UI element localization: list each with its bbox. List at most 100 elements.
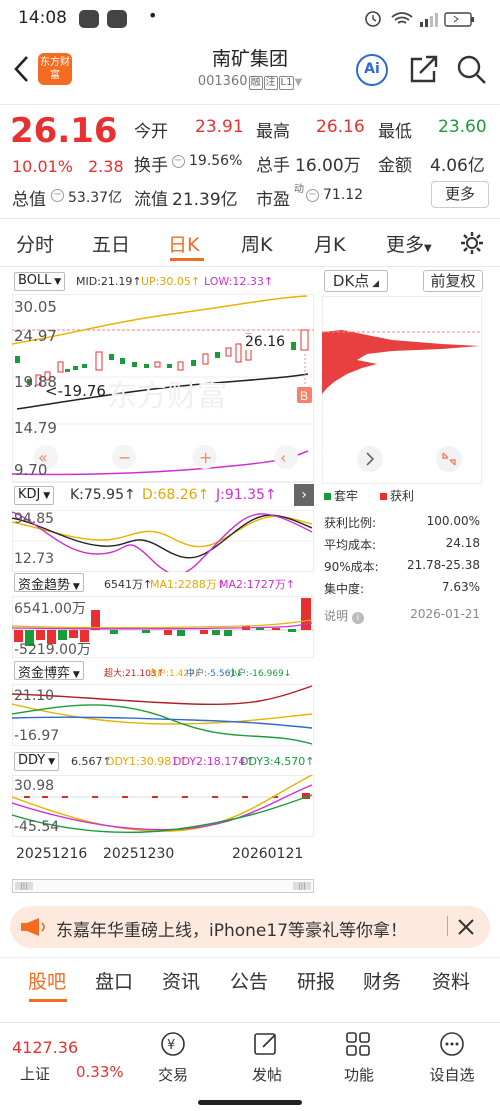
tab-research[interactable]: 研报 bbox=[297, 967, 335, 994]
chart-scrollbar[interactable]: ||| ||| bbox=[12, 879, 314, 893]
tab-more[interactable]: 更多▼ bbox=[386, 230, 432, 257]
app-notification-icon bbox=[79, 10, 99, 28]
boll-low: LOW:12.33↑ bbox=[204, 275, 274, 288]
share-icon[interactable] bbox=[408, 55, 440, 85]
registration-tag: 注 bbox=[263, 76, 278, 90]
open-label: 今开 bbox=[134, 122, 168, 142]
ai-assistant-button[interactable]: Ai bbox=[356, 54, 388, 86]
index-value: 4127.36 bbox=[12, 1038, 79, 1057]
fund-game-y-bottom: -16.97 bbox=[14, 728, 60, 744]
nav-add-watchlist[interactable]: 设自选 bbox=[417, 1064, 487, 1085]
svg-text:¥: ¥ bbox=[167, 1038, 175, 1053]
tab-intraday[interactable]: 分时 bbox=[16, 230, 54, 257]
search-icon[interactable] bbox=[456, 54, 488, 86]
bottom-tab-indicator bbox=[29, 999, 67, 1002]
date-label-1: 20251216 bbox=[16, 846, 88, 862]
stock-code: 001360 bbox=[197, 74, 248, 89]
expand-panel-button[interactable]: › bbox=[294, 484, 314, 506]
active-tab-indicator bbox=[170, 258, 204, 261]
amount-label: 金额 bbox=[378, 156, 412, 176]
tab-daily-k[interactable]: 日K bbox=[168, 230, 199, 257]
kdj-d: D:68.26↑ bbox=[142, 487, 210, 503]
dropdown-icon: ▼ bbox=[294, 77, 303, 88]
tab-announcements[interactable]: 公告 bbox=[230, 967, 268, 994]
margin-tag: 融 bbox=[248, 76, 263, 90]
more-quote-button[interactable]: 更多 bbox=[431, 181, 489, 208]
nav-functions[interactable]: 功能 bbox=[324, 1064, 394, 1085]
cost90-label: 90%成本: bbox=[324, 560, 379, 574]
volume-label: 总手 bbox=[256, 156, 290, 176]
float-label: 流值 bbox=[134, 190, 168, 210]
tab-five-day[interactable]: 五日 bbox=[92, 230, 130, 257]
fund-trend-value: 6541万↑ bbox=[104, 578, 153, 591]
boll-mid: MID:21.19↑ bbox=[76, 275, 142, 288]
fund-game-y-top: 21.10 bbox=[14, 688, 55, 704]
tab-pankou[interactable]: 盘口 bbox=[95, 967, 133, 994]
more-dots-icon bbox=[440, 1032, 464, 1056]
tab-profile[interactable]: 资料 bbox=[432, 967, 470, 994]
info-icon[interactable]: − bbox=[51, 189, 64, 202]
level-tag: L1 bbox=[278, 76, 295, 90]
tab-monthly-k[interactable]: 月K bbox=[314, 230, 345, 257]
tab-finance[interactable]: 财务 bbox=[363, 967, 401, 994]
settings-gear-icon[interactable] bbox=[459, 230, 485, 256]
low-label: 最低 bbox=[378, 122, 412, 142]
chip-date: 2026-01-21 bbox=[410, 607, 480, 621]
index-quote[interactable]: 4127.36 bbox=[12, 1038, 78, 1057]
banner-text: 东嘉年华重磅上线，iPhone17等豪礼等你拿！ bbox=[56, 921, 408, 941]
promo-banner[interactable]: 东嘉年华重磅上线，iPhone17等豪礼等你拿！ bbox=[10, 906, 490, 948]
legend-profit: 获利 bbox=[380, 487, 414, 504]
fund-game-select[interactable]: 资金博弈 ▼ bbox=[14, 661, 84, 681]
nav-trade[interactable]: 交易 bbox=[138, 1064, 208, 1085]
dk-point-select[interactable]: DK点 ◢ bbox=[324, 270, 388, 292]
index-name: 上证 bbox=[20, 1065, 51, 1083]
tab-guba[interactable]: 股吧 bbox=[28, 967, 66, 994]
ddy-indicator-select[interactable]: DDY ▼ bbox=[14, 752, 60, 771]
boll-up: UP:30.05↑ bbox=[141, 275, 201, 288]
functions-icon bbox=[346, 1032, 370, 1056]
tab-news[interactable]: 资讯 bbox=[162, 967, 200, 994]
fund-trend-select[interactable]: 资金趋势 ▼ bbox=[14, 573, 84, 593]
tab-weekly-k[interactable]: 周K bbox=[241, 230, 272, 257]
adjust-mode-button[interactable]: 前复权 bbox=[423, 270, 483, 292]
kdj-indicator-select[interactable]: KDJ ▼ bbox=[14, 486, 55, 505]
ddy3-value: DDY3:4.570↑ bbox=[240, 755, 315, 768]
boll-y-label-4: 14.79 bbox=[14, 419, 57, 437]
status-dot: • bbox=[148, 6, 158, 25]
chip-distribution-chart bbox=[322, 296, 482, 484]
legend-trapped: 套牢 bbox=[324, 487, 358, 504]
ddy-y-bottom: -45.54 bbox=[14, 819, 60, 835]
concentration-value: 7.63% bbox=[441, 580, 480, 594]
fund-game-small: 小户:-16.969↓ bbox=[228, 669, 292, 679]
svg-text:+: + bbox=[199, 448, 212, 467]
nav-buttons[interactable]: « − + ‹ bbox=[34, 445, 298, 469]
change-value: 2.38 bbox=[88, 157, 124, 176]
volume-value: 16.00万 bbox=[295, 156, 361, 176]
high-value: 26.16 bbox=[316, 117, 365, 137]
trade-icon: ¥ bbox=[161, 1032, 185, 1056]
info-icon[interactable]: − bbox=[172, 155, 185, 168]
boll-indicator-select[interactable]: BOLL ▼ bbox=[14, 272, 66, 291]
low-price-marker: <-19.76 bbox=[45, 382, 106, 400]
kdj-k: K:75.95↑ bbox=[70, 487, 136, 503]
fund-trend-ma1: MA1:2288万↑ bbox=[150, 578, 226, 591]
nav-post[interactable]: 发帖 bbox=[232, 1064, 302, 1085]
cost90-value: 21.78-25.38 bbox=[406, 558, 480, 572]
buy-signal-badge: B bbox=[300, 389, 308, 403]
kdj-y-bottom: 12.73 bbox=[14, 551, 55, 567]
high-price-marker: 26.16 bbox=[245, 334, 286, 350]
home-indicator bbox=[198, 1100, 302, 1105]
boll-y-label-5: 9.70 bbox=[14, 461, 48, 479]
megaphone-icon bbox=[21, 918, 45, 936]
kdj-y-top: 94.85 bbox=[14, 511, 55, 527]
pe-dynamic-mark: 动 bbox=[294, 184, 304, 195]
fund-trend-y-bottom: -5219.00万 bbox=[14, 642, 91, 658]
close-icon[interactable] bbox=[457, 918, 475, 936]
post-icon bbox=[254, 1033, 276, 1055]
info-icon[interactable]: − bbox=[306, 189, 319, 202]
profit-ratio-label: 获利比例: bbox=[324, 516, 377, 530]
kdj-chart bbox=[12, 510, 314, 572]
pe-value: 71.12 bbox=[323, 187, 364, 203]
watermark: 东方财富 bbox=[107, 379, 227, 414]
note-link[interactable]: 说明 i bbox=[324, 607, 364, 624]
